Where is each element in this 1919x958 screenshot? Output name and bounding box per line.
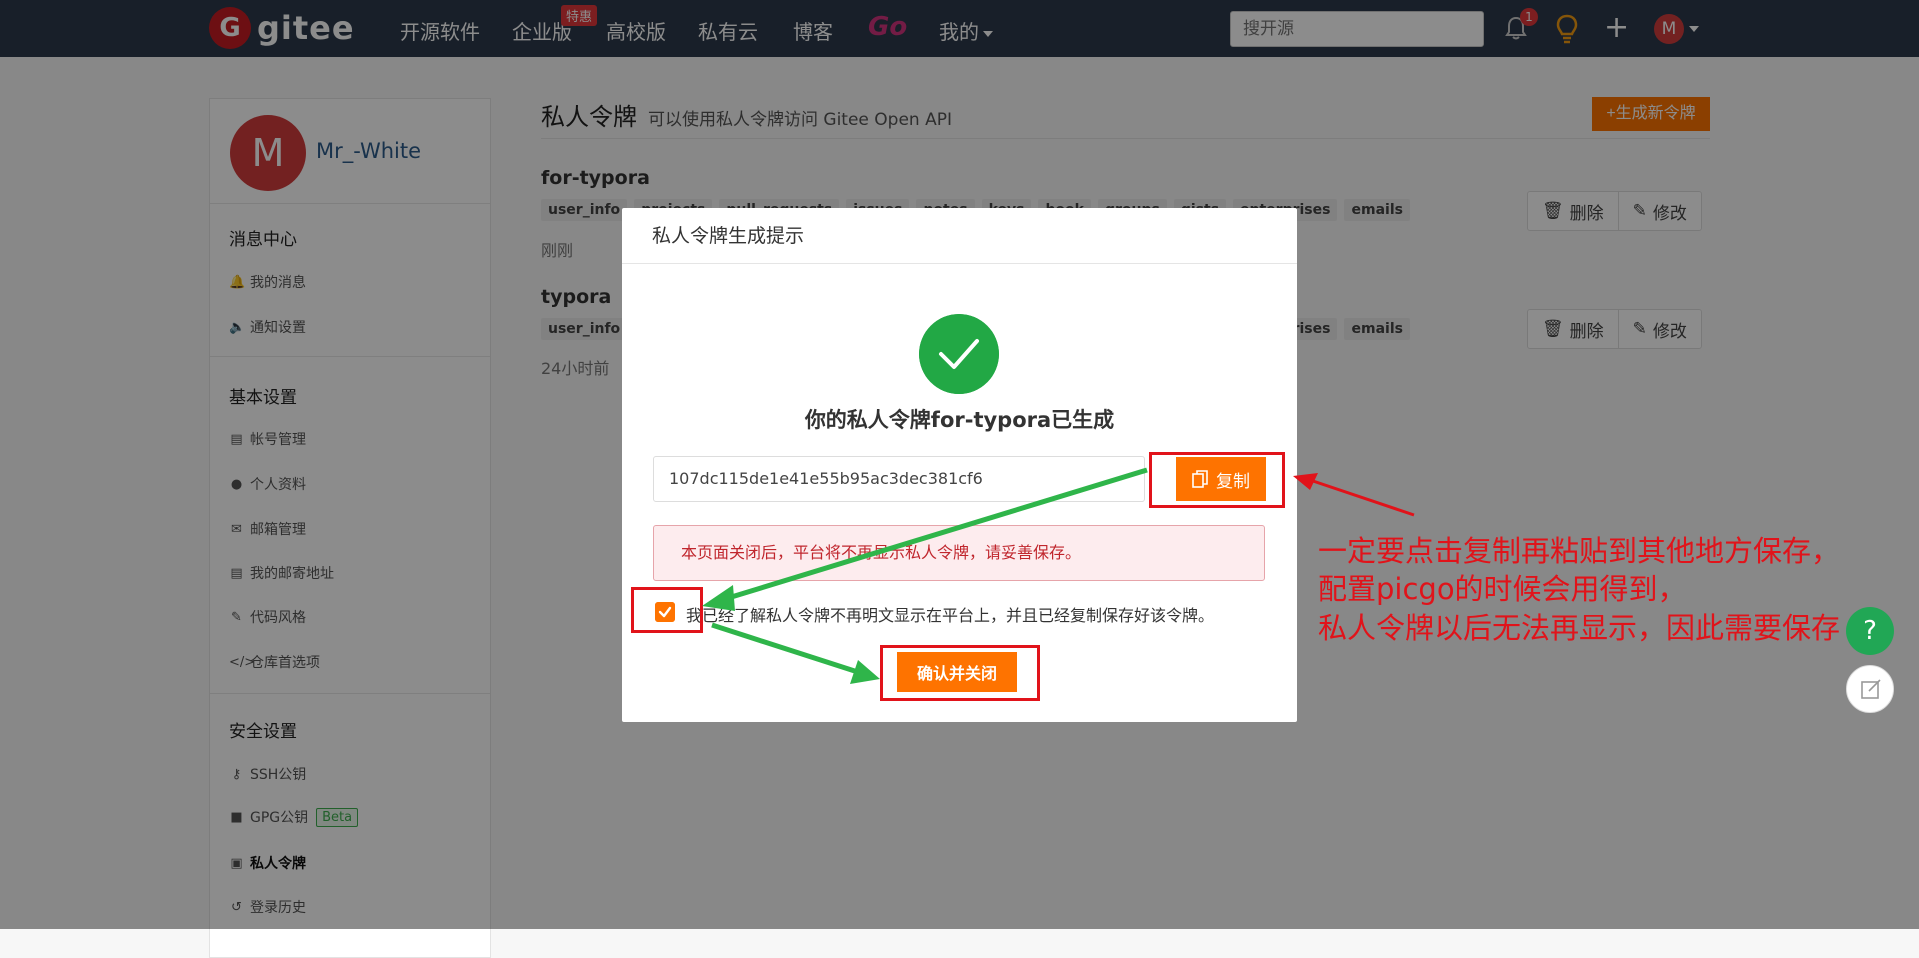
feedback-edit-icon	[1861, 679, 1881, 699]
dialog-title: 私人令牌生成提示	[622, 208, 1297, 264]
annotation-line-1: 一定要点击复制再粘贴到其他地方保存，	[1318, 534, 1841, 568]
help-button[interactable]: ?	[1846, 607, 1894, 655]
warning-alert: 本页面关闭后，平台将不再显示私人令牌，请妥善保存。	[653, 525, 1265, 581]
success-check-icon	[919, 314, 999, 394]
highlight-box-copy	[1149, 452, 1285, 508]
checkbox-label[interactable]: 我已经了解私人令牌不再明文显示在平台上，并且已经复制保存好该令牌。	[686, 602, 1214, 626]
annotation-line-3: 私人令牌以后无法再显示，因此需要保存	[1318, 611, 1841, 645]
annotation-line-2: 配置picgo的时候会用得到，	[1318, 572, 1687, 606]
token-value-field[interactable]: 107dc115de1e41e55b95ac3dec381cf6	[653, 456, 1145, 502]
highlight-box-checkbox	[631, 587, 703, 633]
dialog-heading: 你的私人令牌for-typora已生成	[804, 408, 1115, 432]
highlight-box-confirm	[880, 645, 1040, 701]
feedback-button[interactable]	[1846, 665, 1894, 713]
